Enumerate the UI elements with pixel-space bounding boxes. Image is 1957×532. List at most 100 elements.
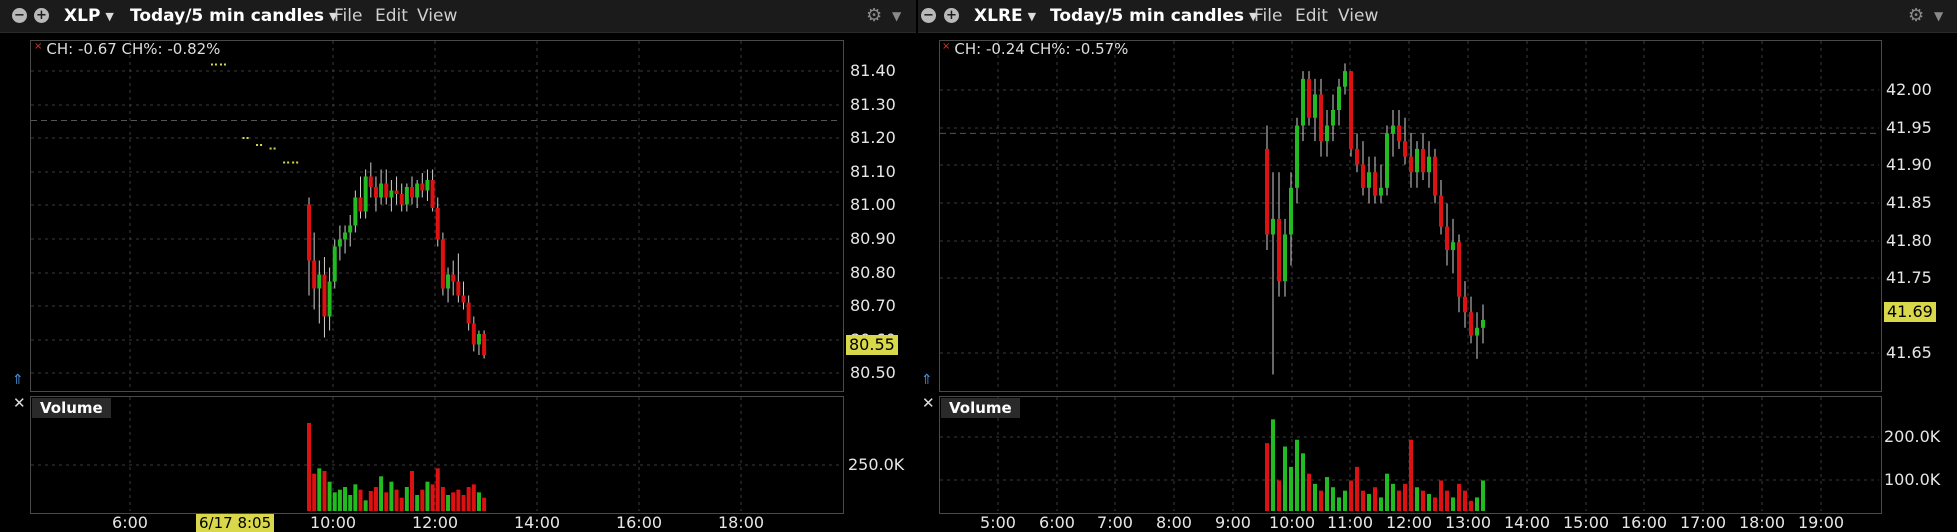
candle-body xyxy=(1391,125,1395,134)
time-tick-label: 16:00 xyxy=(615,513,663,532)
time-tick-label: 6:00 xyxy=(1039,513,1075,532)
volume-bar xyxy=(1355,466,1359,511)
volume-bar xyxy=(1421,490,1425,511)
candle-body xyxy=(1349,71,1353,149)
volume-bar xyxy=(1469,500,1473,511)
candle-body xyxy=(1325,125,1329,142)
candle-body xyxy=(1403,141,1407,157)
time-tick-label: 6:00 xyxy=(112,513,148,532)
candle-body xyxy=(1409,156,1413,173)
candle-body xyxy=(1361,164,1365,188)
price-tick-label: 80.70 xyxy=(850,296,896,315)
volume-bar xyxy=(1445,490,1449,511)
time-tick-label: 13:00 xyxy=(1444,513,1492,532)
candle-body xyxy=(1313,94,1317,118)
candle-body xyxy=(440,239,445,289)
volume-bar xyxy=(343,487,348,511)
candle-body xyxy=(1271,218,1275,235)
candle-body xyxy=(368,176,373,187)
volume-bar xyxy=(353,484,358,511)
price-tick-label: 41.65 xyxy=(1886,343,1932,362)
candle-body xyxy=(435,208,440,240)
volume-bar xyxy=(1427,494,1431,511)
crosshair-date-tag: 6/17 8:05 xyxy=(196,514,275,532)
candle-body xyxy=(410,187,414,198)
volume-bar xyxy=(1265,443,1269,511)
volume-bar xyxy=(1313,483,1317,511)
time-tick-label: 15:00 xyxy=(1562,513,1610,532)
time-tick-label: 5:00 xyxy=(980,513,1016,532)
price-tick-label: 42.00 xyxy=(1886,80,1932,99)
candle-body xyxy=(394,190,399,194)
close-icon[interactable]: × xyxy=(34,41,42,52)
volume-bar xyxy=(379,476,384,511)
price-tick-label: 81.40 xyxy=(850,61,896,80)
candle-body xyxy=(389,190,394,198)
candle-body xyxy=(358,197,363,212)
volume-tick-label: 200.0K xyxy=(1884,427,1941,446)
candle-body xyxy=(348,225,353,233)
price-tick-label: 81.30 xyxy=(850,95,896,114)
candle-body xyxy=(373,187,378,198)
volume-bar xyxy=(1349,480,1353,511)
last-price-tag: 80.55 xyxy=(846,335,898,355)
time-tick-label: 18:00 xyxy=(717,513,765,532)
volume-bar xyxy=(471,484,476,511)
price-tick-label: 41.90 xyxy=(1886,155,1932,174)
volume-bar xyxy=(1409,439,1413,511)
volume-tick-label: 100.0K xyxy=(1884,470,1941,489)
price-tick-label: 41.95 xyxy=(1886,118,1932,137)
candle-body xyxy=(312,260,317,289)
volume-bar xyxy=(1451,497,1455,511)
candle-body xyxy=(1277,218,1281,282)
volume-bar xyxy=(1277,480,1281,511)
candle-body xyxy=(1397,125,1401,142)
volume-bar xyxy=(322,471,327,511)
volume-bar xyxy=(1403,483,1407,511)
close-icon[interactable]: × xyxy=(942,41,950,52)
candle-body xyxy=(1337,86,1341,110)
scroll-arrow-icon[interactable]: ⇑ xyxy=(921,372,933,388)
volume-bar xyxy=(456,489,461,511)
change-readout: × CH: -0.67 CH%: -0.82% xyxy=(34,40,220,58)
candle-body xyxy=(471,323,476,345)
candle-body xyxy=(337,239,342,247)
volume-label: Volume xyxy=(32,398,111,418)
volume-bar xyxy=(1439,480,1443,511)
candle-body xyxy=(1469,312,1473,336)
candle-body xyxy=(415,183,420,198)
candle-body xyxy=(430,180,435,208)
close-volume-icon[interactable]: ✕ xyxy=(13,394,26,412)
volume-bar xyxy=(1319,490,1323,511)
xlp-chart-canvas xyxy=(31,41,841,511)
volume-bar xyxy=(337,489,342,511)
volume-bar xyxy=(1289,466,1293,511)
volume-bar xyxy=(399,497,404,511)
price-tick-label: 41.80 xyxy=(1886,231,1932,250)
price-tick-label: 80.80 xyxy=(850,263,896,282)
candle-body xyxy=(332,246,337,282)
volume-bar xyxy=(476,492,481,511)
volume-bar xyxy=(1415,487,1419,511)
volume-bar xyxy=(1283,446,1287,511)
volume-bar xyxy=(317,468,322,511)
volume-bar xyxy=(307,423,311,511)
volume-bar xyxy=(435,468,440,511)
time-tick-label: 10:00 xyxy=(1268,513,1316,532)
candle-body xyxy=(322,274,327,317)
volume-bar xyxy=(1457,483,1461,511)
volume-bar xyxy=(1481,480,1485,511)
time-tick-label: 18:00 xyxy=(1738,513,1786,532)
candle-body xyxy=(343,232,348,240)
candle-body xyxy=(1439,195,1443,227)
close-volume-icon[interactable]: ✕ xyxy=(922,394,935,412)
price-tick-label: 41.75 xyxy=(1886,268,1932,287)
scroll-arrow-icon[interactable]: ⇑ xyxy=(12,372,24,388)
price-tick-label: 81.00 xyxy=(850,195,896,214)
volume-bar xyxy=(1301,453,1305,511)
candle-body xyxy=(1445,226,1449,250)
candle-body xyxy=(1289,187,1293,235)
volume-bar xyxy=(466,487,471,511)
volume-bar xyxy=(482,497,487,511)
candle-body xyxy=(420,183,425,191)
